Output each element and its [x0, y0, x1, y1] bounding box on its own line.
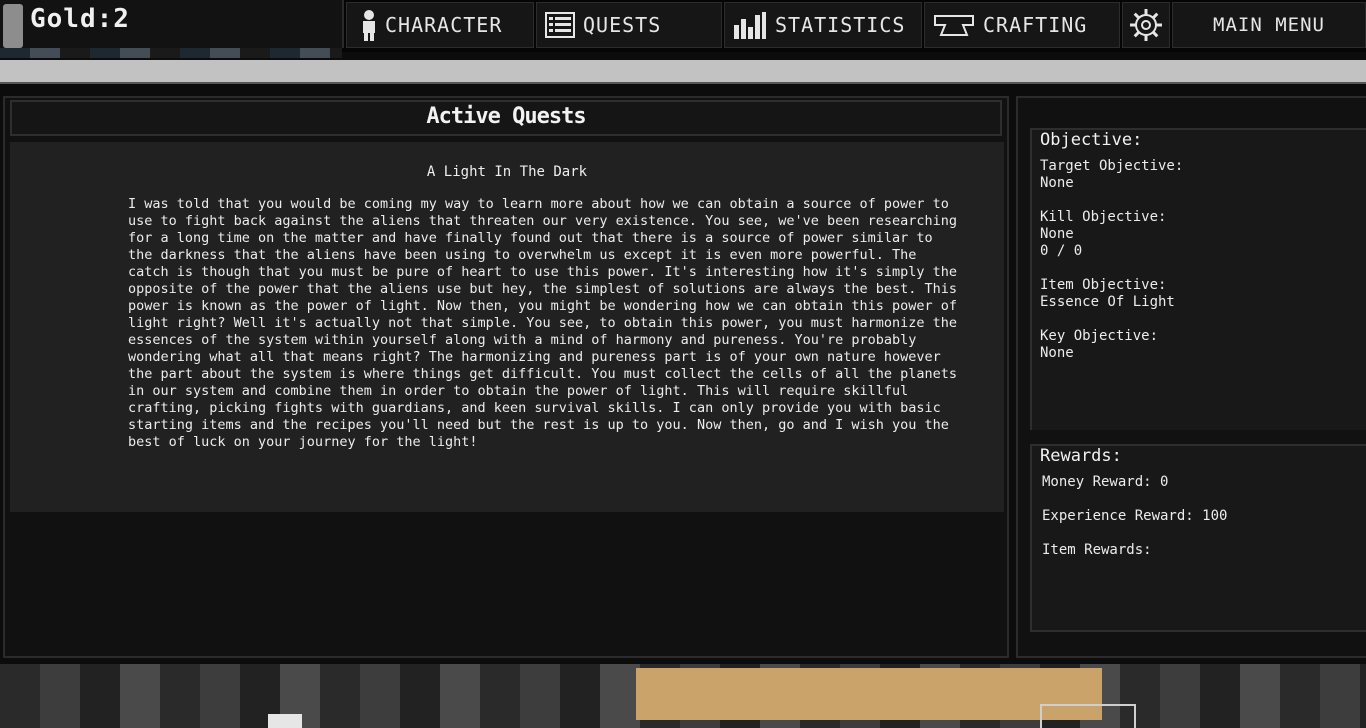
character-label: CHARACTER	[385, 13, 503, 37]
main-menu-label: MAIN MENU	[1213, 14, 1325, 36]
world-tile-sand	[636, 668, 1102, 720]
bar-chart-icon	[734, 12, 766, 39]
person-icon	[363, 10, 375, 41]
active-quests-header: Active Quests	[10, 100, 1002, 136]
quests-button[interactable]: QUESTS	[536, 2, 722, 48]
item-rewards: Item Rewards:	[1042, 542, 1152, 558]
rewards-heading: Rewards:	[1040, 446, 1122, 466]
list-icon	[545, 12, 575, 38]
quest-detail: A Light In The Dark I was told that you …	[10, 142, 1004, 512]
active-quests-panel: Active Quests A Light In The Dark I was …	[3, 96, 1009, 658]
anvil-icon	[934, 15, 974, 36]
key-objective-value: None	[1040, 345, 1074, 361]
gold-label: Gold:2	[30, 4, 130, 34]
inventory-preview-strip	[0, 48, 342, 58]
gold-display: Gold:2	[0, 0, 344, 48]
gear-icon	[1130, 9, 1162, 41]
quest-title: A Light In The Dark	[426, 164, 588, 180]
rewards-box: Rewards: Money Reward: 0 Experience Rewa…	[1030, 444, 1366, 632]
kill-objective-label: Kill Objective:	[1040, 209, 1167, 225]
kill-objective-count: 0 / 0	[1040, 243, 1083, 259]
experience-bar	[0, 60, 1366, 84]
settings-button[interactable]	[1122, 2, 1170, 48]
money-reward: Money Reward: 0	[1042, 474, 1169, 490]
crafting-label: CRAFTING	[983, 13, 1088, 37]
statistics-label: STATISTICS	[775, 13, 906, 37]
target-objective-value: None	[1040, 175, 1074, 191]
main-menu-button[interactable]: MAIN MENU	[1172, 2, 1366, 48]
world-tile-light	[268, 714, 302, 728]
top-bar: Gold:2 CHARACTER QUESTS STATISTICS CRAFT…	[0, 0, 1366, 52]
experience-reward: Experience Reward: 100	[1042, 508, 1228, 524]
target-objective-label: Target Objective:	[1040, 158, 1184, 174]
statistics-button[interactable]: STATISTICS	[724, 2, 922, 48]
experience-bar-fill	[0, 60, 1366, 82]
kill-objective-value: None	[1040, 226, 1074, 242]
item-objective-label: Item Objective:	[1040, 277, 1167, 293]
quest-description: I was told that you would be coming my w…	[128, 196, 958, 450]
quest-info-panel: Objective: Target Objective: None Kill O…	[1016, 96, 1366, 658]
objective-heading: Objective:	[1040, 130, 1143, 150]
world-structure-frame	[1040, 704, 1136, 728]
quests-label: QUESTS	[583, 13, 662, 37]
item-objective-value: Essence Of Light	[1040, 294, 1175, 310]
character-button[interactable]: CHARACTER	[346, 2, 534, 48]
objective-box: Objective: Target Objective: None Kill O…	[1030, 128, 1366, 430]
key-objective-label: Key Objective:	[1040, 328, 1159, 344]
crafting-button[interactable]: CRAFTING	[924, 2, 1120, 48]
gold-handle	[3, 4, 23, 48]
